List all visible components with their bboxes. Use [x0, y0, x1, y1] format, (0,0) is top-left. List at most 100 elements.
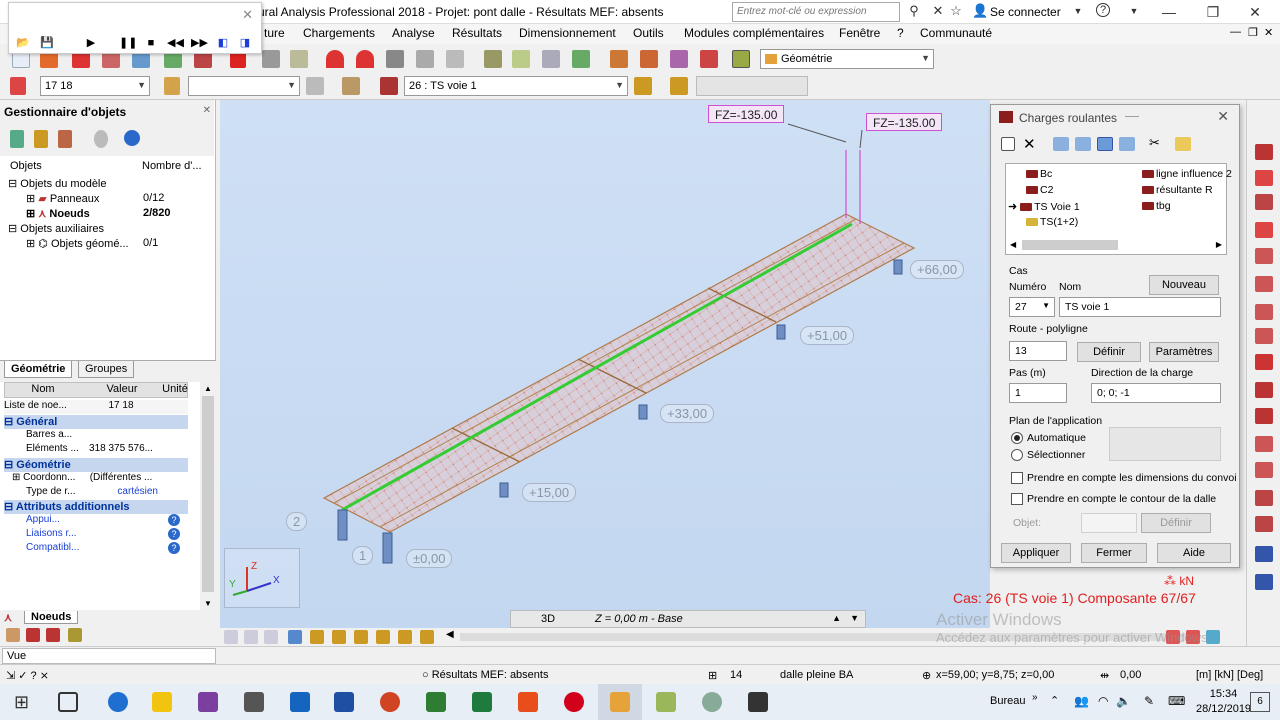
search-input[interactable]: Entrez mot-clé ou expression	[732, 2, 900, 22]
save-icon[interactable]: 💾	[39, 36, 55, 50]
material-tool-icon[interactable]	[1255, 354, 1273, 370]
user-icon[interactable]: 👤	[972, 3, 988, 19]
acrobat-icon[interactable]	[518, 692, 538, 712]
offset-tool-icon[interactable]	[1255, 328, 1273, 344]
view-list-icon[interactable]	[1053, 137, 1069, 151]
nom-input[interactable]: TS voie 1	[1059, 297, 1221, 317]
language-icon[interactable]: ⌨	[1168, 694, 1185, 708]
filter-icon[interactable]	[34, 130, 48, 148]
panels-icon[interactable]	[398, 630, 412, 644]
menu-fenetre[interactable]: Fenêtre	[839, 26, 880, 40]
paste-icon[interactable]	[290, 50, 308, 68]
property-row[interactable]: Liste de noe... 17 18	[4, 400, 188, 414]
view-mode[interactable]: 3D	[541, 613, 555, 625]
rewind-icon[interactable]: ◀◀	[167, 36, 184, 50]
structure-icon[interactable]	[484, 50, 502, 68]
properties-scrollbar[interactable]: ▲ ▼	[200, 382, 216, 610]
mass-tool-icon[interactable]	[1255, 516, 1273, 532]
load-item-selected[interactable]: ➜ TS Voie 1	[1008, 200, 1080, 213]
status-units[interactable]: [m] [kN] [Deg]	[1196, 669, 1263, 681]
clear-filter-icon[interactable]	[58, 130, 72, 148]
property-row[interactable]: Eléments ... 318 375 576...	[4, 443, 188, 457]
chart-icon[interactable]	[26, 628, 40, 642]
powerpoint-icon[interactable]	[380, 692, 400, 712]
star-icon[interactable]: ☆	[948, 3, 964, 19]
property-section[interactable]: ⊟ Général	[4, 415, 188, 429]
chevron-down-icon[interactable]: ▼	[204, 599, 212, 608]
bar-selection-combo[interactable]: ▼	[188, 76, 300, 96]
tree-aux-objects[interactable]: ⊟ Objets auxiliaires	[8, 222, 104, 235]
status-tools[interactable]: ⇲ ✓ ? ⨯	[6, 669, 49, 682]
zoom-in-icon[interactable]	[264, 630, 278, 644]
notepad-icon[interactable]	[656, 692, 676, 712]
system-clock[interactable]: 15:34 28/12/2019	[1196, 687, 1251, 717]
volume-icon[interactable]: 🔈	[1116, 694, 1131, 708]
table-icon[interactable]	[6, 628, 20, 642]
delete-icon[interactable]: ✕	[1023, 135, 1036, 153]
chevron-up-icon[interactable]: ⌃	[1050, 694, 1059, 707]
edge-icon[interactable]	[108, 692, 128, 712]
aide-button[interactable]: Aide	[1157, 543, 1231, 563]
wifi-icon[interactable]: ◠	[1098, 694, 1108, 708]
file-explorer-icon[interactable]	[152, 692, 172, 712]
layout-icon[interactable]	[732, 50, 750, 68]
tools-icon[interactable]	[700, 50, 718, 68]
opera-icon[interactable]	[564, 692, 584, 712]
mdi-close-button[interactable]: ✕	[1264, 26, 1273, 39]
table-icon[interactable]	[416, 50, 434, 68]
moving-load-tool-icon[interactable]	[1255, 462, 1273, 478]
view-table-icon[interactable]	[1119, 137, 1135, 151]
zoom-icon[interactable]	[542, 50, 560, 68]
chevron-right-icon[interactable]: »	[1032, 692, 1038, 703]
view-layout-select[interactable]: Géométrie ▼	[760, 49, 934, 69]
filter-icon[interactable]	[306, 77, 324, 95]
section-icon[interactable]	[512, 50, 530, 68]
new-icon[interactable]	[1001, 137, 1015, 151]
property-row[interactable]: Liaisons r... ?	[4, 528, 188, 542]
zoom-window-icon[interactable]	[244, 630, 258, 644]
load-item[interactable]: tbg	[1142, 200, 1171, 212]
zoom-all-icon[interactable]	[224, 630, 238, 644]
forward-icon[interactable]: ▶▶	[191, 36, 208, 50]
search-icon[interactable]	[94, 130, 108, 148]
ibeam-tool-icon[interactable]	[1255, 382, 1273, 398]
mdi-restore-button[interactable]: ❐	[1248, 26, 1258, 39]
minimize-button[interactable]: —	[1154, 2, 1184, 22]
maximize-button[interactable]: ❐	[1198, 2, 1228, 22]
chevron-right-icon[interactable]: ▶	[1216, 240, 1222, 249]
report-icon[interactable]	[46, 628, 60, 642]
menu-structure[interactable]: ture	[264, 26, 285, 40]
nodes-tool-icon[interactable]	[1255, 144, 1273, 160]
menu-resultats[interactable]: Résultats	[452, 26, 502, 40]
recorder-icon[interactable]	[748, 692, 768, 712]
sections-tool-icon[interactable]	[1255, 222, 1273, 238]
start-icon[interactable]: ⊞	[14, 692, 34, 712]
frame-forward-icon[interactable]: ◨	[237, 36, 253, 50]
bar-select-icon[interactable]	[164, 77, 180, 95]
mdi-minimize-button[interactable]: —	[1230, 26, 1241, 38]
nouveau-button[interactable]: Nouveau	[1149, 275, 1219, 295]
help-icon[interactable]: ?	[1096, 3, 1110, 17]
tree-nodes[interactable]: ⊞ ⋏ Noeuds	[26, 207, 90, 220]
menu-help[interactable]: ?	[897, 26, 904, 40]
close-button[interactable]: ✕	[1240, 2, 1270, 22]
thickness-tool-icon[interactable]	[1255, 304, 1273, 320]
numero-select[interactable]: 27 ▼	[1009, 297, 1055, 317]
list-scrollbar-thumb[interactable]	[1022, 240, 1118, 250]
support-icon[interactable]	[640, 50, 658, 68]
tree-model-objects[interactable]: ⊟ Objets du modèle	[8, 177, 107, 190]
cut-icon[interactable]: ✂	[1149, 135, 1160, 151]
load-tool-icon[interactable]	[1255, 436, 1273, 452]
close-button[interactable]: ✕	[1217, 108, 1229, 125]
menu-chargements[interactable]: Chargements	[303, 26, 375, 40]
lock-icon[interactable]	[446, 50, 464, 68]
chevron-down-icon[interactable]: ▼	[1126, 3, 1142, 19]
load-icon[interactable]	[670, 50, 688, 68]
appliquer-button[interactable]: Appliquer	[1001, 543, 1071, 563]
property-row[interactable]: ⊞ Coordonn... (Différentes ...	[4, 472, 188, 486]
robot-app-icon[interactable]	[610, 692, 630, 712]
menu-dimensionnement[interactable]: Dimensionnement	[519, 26, 616, 40]
tree-panels[interactable]: ⊞ ▰ Panneaux	[26, 192, 99, 205]
chevron-left-icon[interactable]: ◀	[446, 629, 454, 640]
close-icon[interactable]: ✕	[242, 7, 253, 23]
